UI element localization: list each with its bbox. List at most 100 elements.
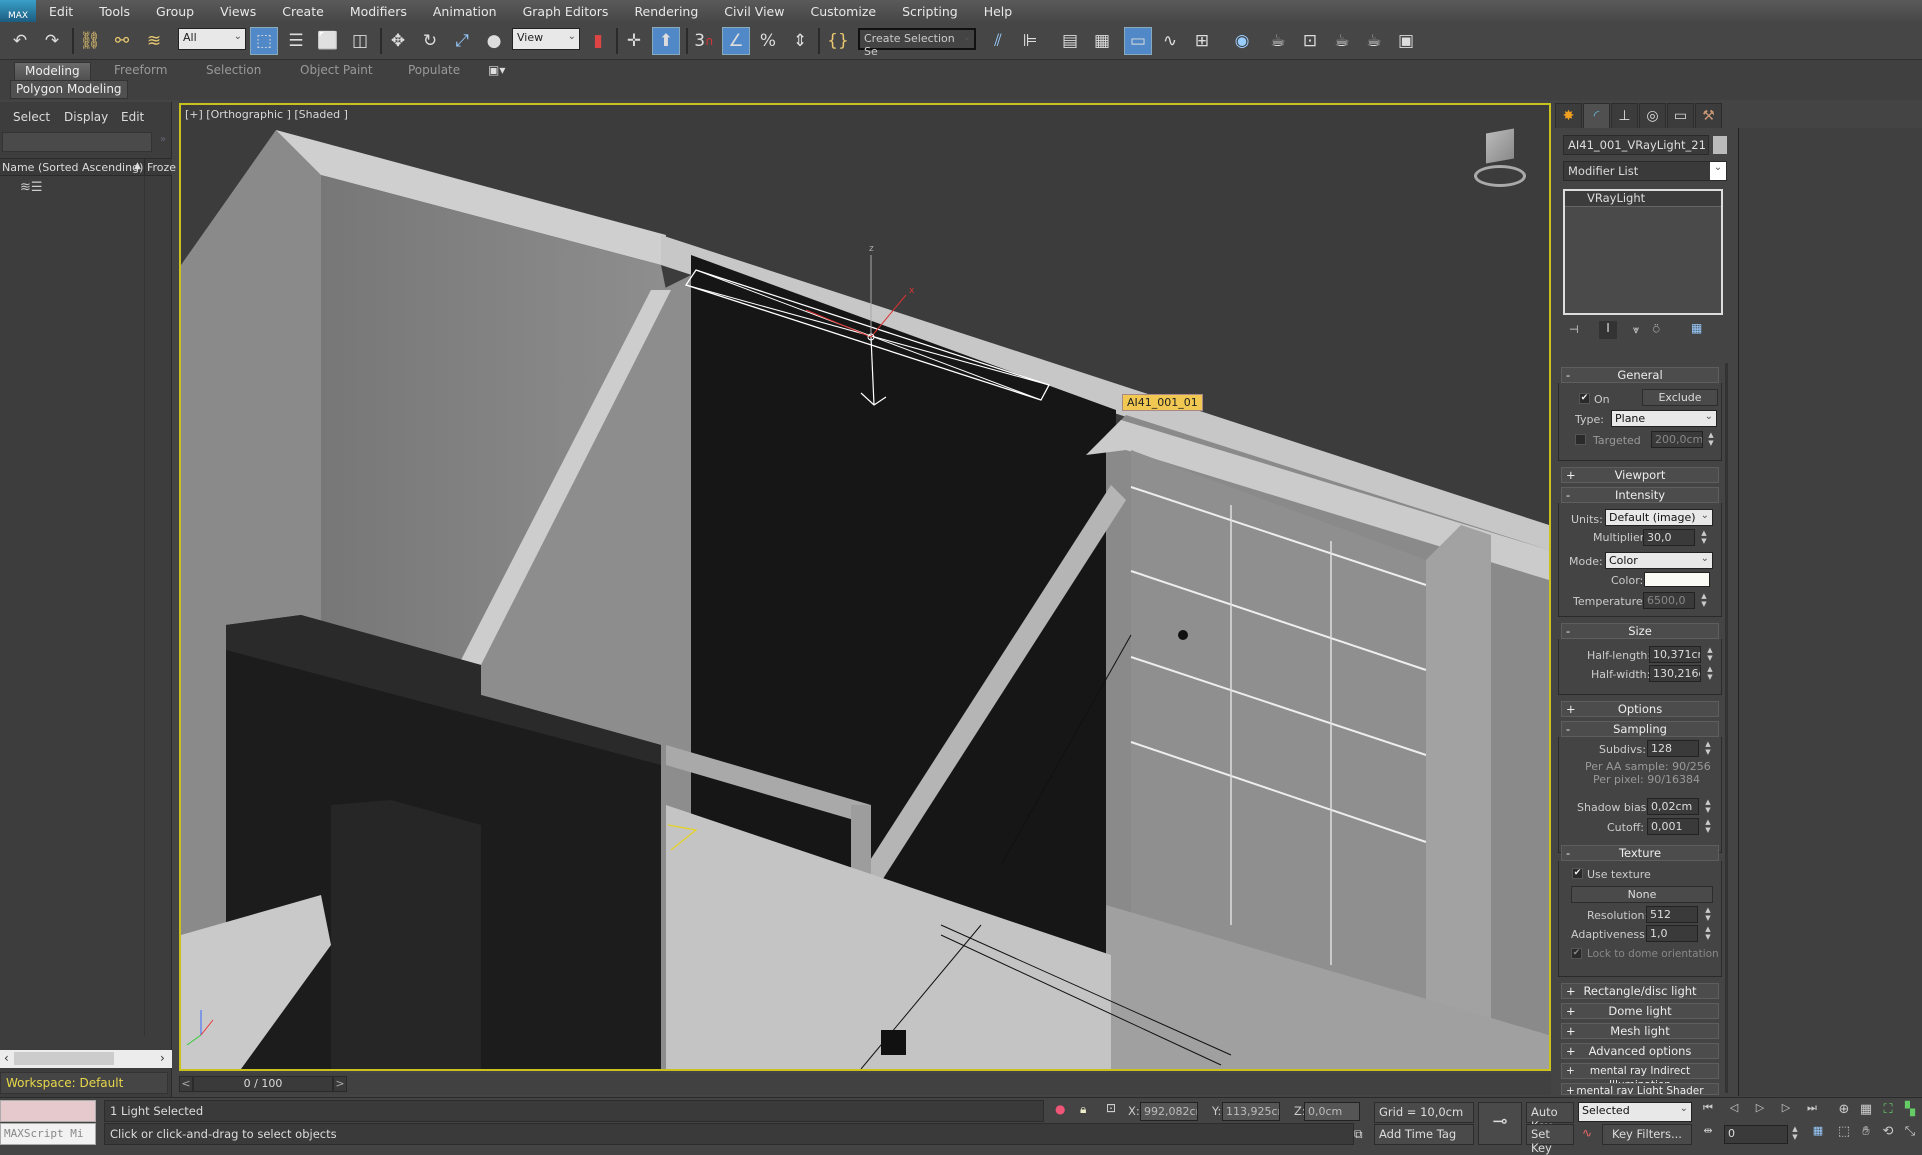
ribbon-icon[interactable]: ▭: [1124, 27, 1152, 55]
column-name[interactable]: Name (Sorted Ascending): [2, 161, 143, 174]
use-texture-checkbox[interactable]: ✔: [1572, 868, 1583, 879]
viewport-label[interactable]: [+] [Orthographic ] [Shaded ]: [185, 108, 348, 121]
spinner-icon[interactable]: ▲ ▼: [1703, 906, 1713, 923]
panel-scrollbar[interactable]: [1725, 363, 1728, 1093]
viewcube-box[interactable]: [1486, 128, 1514, 164]
units-dropdown[interactable]: Default (image) ⌄: [1605, 509, 1713, 526]
move-icon[interactable]: ✥: [384, 27, 412, 55]
maximize-viewport-icon[interactable]: ⤡: [1900, 1124, 1920, 1144]
prev-frame-icon[interactable]: ◁: [1724, 1101, 1744, 1119]
key-mode-dropdown[interactable]: Selected ⌄: [1578, 1102, 1692, 1122]
bind-spacewarp-icon[interactable]: ≋: [140, 27, 168, 55]
spinner-snap-icon[interactable]: ⇕: [786, 27, 814, 55]
show-end-result-icon[interactable]: Ⅰ: [1599, 321, 1617, 339]
stack-item-vraylight[interactable]: VRayLight: [1565, 191, 1721, 207]
manipulate-icon[interactable]: ✛: [620, 27, 648, 55]
spinner-icon[interactable]: ▲ ▼: [1699, 592, 1709, 609]
display-tab-icon[interactable]: ▭: [1667, 103, 1694, 128]
create-tab-icon[interactable]: ✸: [1555, 103, 1582, 128]
mirror-icon[interactable]: ⫽: [984, 27, 1012, 55]
ribbon-tab-freeform[interactable]: Freeform: [104, 62, 177, 80]
spinner-icon[interactable]: ▲ ▼: [1705, 665, 1715, 682]
maxscript-listener-output[interactable]: [0, 1100, 96, 1122]
viewcube[interactable]: [1466, 125, 1530, 187]
rollout-dome-light[interactable]: + Dome light: [1561, 1003, 1719, 1019]
rect-selection-icon[interactable]: ⬜: [314, 27, 342, 55]
half-width-field[interactable]: 130,216cm: [1649, 665, 1701, 682]
ref-coord-dropdown[interactable]: View ⌄: [512, 28, 580, 50]
menu-animation[interactable]: Animation: [420, 4, 510, 19]
ribbon-tab-modeling[interactable]: Modeling: [14, 62, 91, 80]
selection-filter-dropdown[interactable]: All ⌄: [178, 28, 246, 50]
spinner-icon[interactable]: ▲ ▼: [1703, 925, 1713, 942]
redo-icon[interactable]: ↷: [38, 27, 66, 55]
orbit-icon[interactable]: ⟲: [1878, 1124, 1898, 1144]
snaps-toggle-icon[interactable]: 3 ∩: [690, 27, 718, 55]
menu-rendering[interactable]: Rendering: [621, 4, 711, 19]
spinner-icon[interactable]: ▲ ▼: [1703, 740, 1713, 757]
pin-stack-icon[interactable]: ⊣: [1569, 323, 1579, 336]
menu-create[interactable]: Create: [269, 4, 337, 19]
app-logo[interactable]: MAX: [0, 0, 36, 22]
scale-icon[interactable]: ⤢: [448, 27, 476, 55]
rollout-intensity[interactable]: - Intensity: [1561, 487, 1719, 503]
selection-lock-icon[interactable]: 🔒︎: [1080, 1102, 1086, 1117]
zoom-extents-icon[interactable]: ⛶: [1878, 1102, 1898, 1122]
rollout-mental-ray-gi[interactable]: +mental ray Indirect Illumination: [1561, 1063, 1719, 1091]
layer-manager-icon[interactable]: ▤: [1056, 27, 1084, 55]
menu-views[interactable]: Views: [207, 4, 269, 19]
pivot-icon[interactable]: ▮: [584, 27, 612, 55]
configure-modifier-sets-icon[interactable]: ▦: [1691, 321, 1702, 335]
rollout-advanced-options[interactable]: + Advanced options: [1561, 1043, 1719, 1059]
rollout-texture[interactable]: - Texture: [1561, 845, 1719, 861]
rollout-general[interactable]: - General: [1561, 367, 1719, 383]
time-slider[interactable]: 0 / 100: [193, 1076, 333, 1092]
light-color-swatch[interactable]: [1644, 572, 1710, 587]
menu-help[interactable]: Help: [971, 4, 1026, 19]
subdivs-field[interactable]: 128: [1647, 740, 1699, 757]
rollout-sampling[interactable]: - Sampling: [1561, 721, 1719, 737]
goto-end-icon[interactable]: ⏭: [1802, 1101, 1822, 1119]
spinner-icon[interactable]: ▲ ▼: [1703, 798, 1713, 815]
rollout-mental-ray-shader[interactable]: + mental ray Light Shader: [1561, 1083, 1719, 1095]
curve-icon[interactable]: ∿: [1582, 1126, 1592, 1140]
set-key-icon[interactable]: ⊸: [1478, 1102, 1522, 1145]
zoom-icon[interactable]: ⊕: [1834, 1102, 1854, 1122]
hierarchy-tab-icon[interactable]: ⊥: [1611, 103, 1638, 128]
time-prev-button[interactable]: <: [179, 1076, 193, 1092]
spinner-icon[interactable]: ▲ ▼: [1705, 646, 1715, 663]
remove-modifier-icon[interactable]: ⍥: [1653, 323, 1660, 337]
current-frame-field[interactable]: 0: [1724, 1125, 1788, 1144]
percent-snap-icon[interactable]: %: [754, 27, 782, 55]
select-object-icon[interactable]: ⬚: [250, 27, 278, 55]
explorer-menu-display[interactable]: Display: [64, 110, 108, 124]
named-selection-dropdown[interactable]: Create Selection Se ⌄: [858, 28, 976, 58]
menu-civil-view[interactable]: Civil View: [711, 4, 797, 19]
render-setup-icon[interactable]: ☕: [1264, 27, 1292, 55]
explorer-menu-select[interactable]: Select: [13, 110, 50, 124]
type-dropdown[interactable]: Plane ⌄: [1611, 410, 1717, 427]
resolution-field[interactable]: 512: [1646, 906, 1698, 923]
set-key-button[interactable]: Set Key: [1526, 1124, 1574, 1155]
ribbon-polygon-modeling[interactable]: Polygon Modeling: [10, 80, 128, 99]
auto-key-button[interactable]: Auto Key: [1526, 1102, 1574, 1133]
placement-icon[interactable]: ●: [480, 27, 508, 55]
adaptiveness-field[interactable]: 1,0: [1646, 925, 1698, 942]
texture-map-button[interactable]: None: [1571, 886, 1713, 903]
z-coord-field[interactable]: 0,0cm: [1304, 1102, 1360, 1121]
workspace-selector[interactable]: Workspace: Default: [0, 1072, 168, 1094]
play-icon[interactable]: ▷: [1750, 1101, 1770, 1119]
render-icon[interactable]: ☕: [1328, 27, 1356, 55]
column-frozen[interactable]: Froze: [147, 161, 176, 174]
link-icon[interactable]: ⛓: [76, 27, 104, 55]
temperature-field[interactable]: 6500,0: [1643, 592, 1695, 609]
menu-scripting[interactable]: Scripting: [889, 4, 971, 19]
schematic-view-icon[interactable]: ⊞: [1188, 27, 1216, 55]
add-time-tag-button[interactable]: Add Time Tag: [1374, 1124, 1474, 1145]
menu-graph-editors[interactable]: Graph Editors: [510, 4, 622, 19]
explorer-hscrollbar[interactable]: ‹ ›: [0, 1050, 172, 1068]
menu-modifiers[interactable]: Modifiers: [337, 4, 420, 19]
object-color-swatch[interactable]: [1713, 136, 1727, 154]
layers-icon[interactable]: ≋☰: [20, 180, 43, 195]
menu-edit[interactable]: Edit: [36, 4, 86, 19]
